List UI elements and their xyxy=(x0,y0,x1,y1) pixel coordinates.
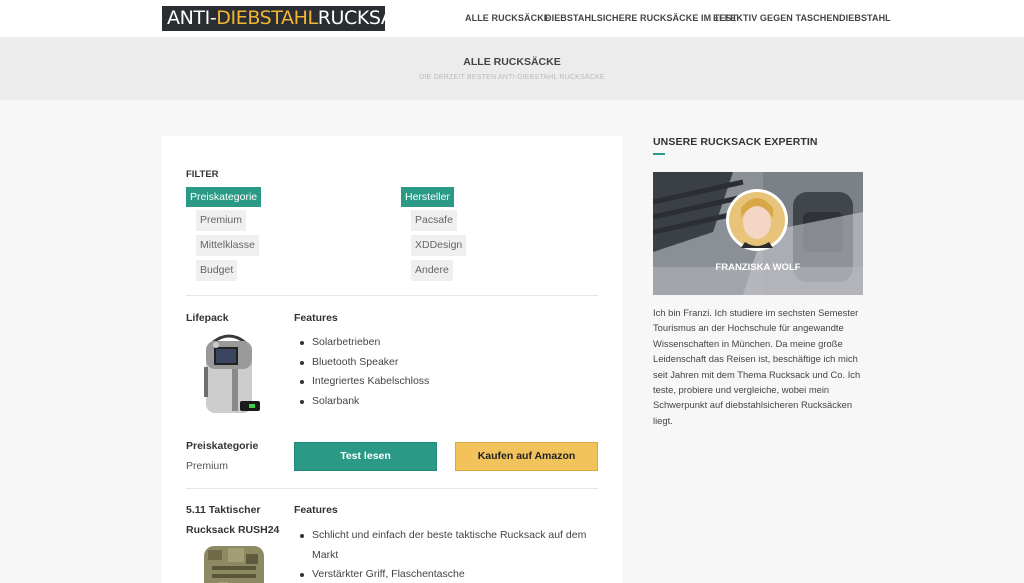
logo-part-anti: ANTI- xyxy=(167,7,217,29)
product-image-lifepack[interactable] xyxy=(194,329,264,417)
feature-item: Solarbank xyxy=(294,392,429,412)
product-name-line: Rucksack RUSH24 xyxy=(186,524,280,536)
features-list: Schlicht und einfach der beste taktische… xyxy=(294,526,586,583)
bio-line: liegt. xyxy=(653,414,673,426)
expert-name: FRANZISKA WOLF xyxy=(715,262,801,273)
sidebar-title-underline xyxy=(653,153,665,155)
bio-line: teste, probiere und vergleiche, wobei me… xyxy=(653,384,830,396)
backpack-image xyxy=(194,329,264,417)
bio-line: Tourismus an der Hochschule für angewand… xyxy=(653,322,844,334)
price-category-title: Preiskategorie xyxy=(186,440,259,452)
bio-line: Schwerpunkt auf diebstahlsicheren Rucksä… xyxy=(653,399,853,411)
feature-item: Schlicht und einfach der beste taktische… xyxy=(294,526,586,565)
bio-line: Ich bin Franzi. Ich studiere im sechsten… xyxy=(653,307,859,318)
page-subtitle: DIE DERZEIT BESTEN ANTI-DIEBSTAHL RUCKSÄ… xyxy=(419,74,605,81)
filter-option-pacsafe[interactable]: Pacsafe xyxy=(411,210,457,231)
filter-option-premium[interactable]: Premium xyxy=(196,210,247,231)
bio-line: Wissenschaften in München. Da meine groß… xyxy=(653,337,843,349)
product-name-line: 5.11 Taktischer xyxy=(186,504,261,516)
feature-item: Integriertes Kabelschloss xyxy=(294,372,429,392)
filter-option-xddesign[interactable]: XDDesign xyxy=(411,235,467,256)
expert-banner: FRANZISKA WOLF xyxy=(653,172,863,295)
filter-title: FILTER xyxy=(186,169,219,180)
filter-group-hersteller[interactable]: Hersteller xyxy=(401,187,454,207)
nav-alle-rucksaecke[interactable]: ALLE RUCKSÄCKE xyxy=(465,13,550,23)
features-list: Solarbetrieben Bluetooth Speaker Integri… xyxy=(294,333,429,411)
backpack-image xyxy=(198,540,270,583)
divider xyxy=(186,295,598,296)
site-logo[interactable]: ANTI-DIEBSTAHL RUCKSACK xyxy=(162,6,385,31)
site-header: ANTI-DIEBSTAHL RUCKSACK ALLE RUCKSÄCKE D… xyxy=(0,0,1024,37)
filter-option-mittelklasse[interactable]: Mittelklasse xyxy=(196,235,259,256)
product-name: Lifepack xyxy=(186,312,229,324)
expert-bio: Ich bin Franzi. Ich studiere im sechsten… xyxy=(653,305,863,428)
bio-line: Leidenschaft das Reisen ist, beschäftige… xyxy=(653,353,858,365)
feature-text-line: Markt xyxy=(312,548,339,561)
feature-text-line: Schlicht und einfach der beste taktische… xyxy=(312,529,587,541)
product-name: 5.11 Taktischer Rucksack RUSH24 xyxy=(186,500,279,540)
product-list-card: FILTER Preiskategorie Premium Mittelklas… xyxy=(162,136,622,583)
feature-item: Solarbetrieben xyxy=(294,333,429,353)
divider xyxy=(186,488,598,489)
logo-part-diebstahl: DIEBSTAHL xyxy=(216,7,318,29)
price-category-value: Premium xyxy=(186,460,229,472)
features-title: Features xyxy=(294,312,338,324)
feature-item: Bluetooth Speaker xyxy=(294,353,429,373)
sidebar-title: UNSERE RUCKSACK EXPERTIN xyxy=(653,136,818,148)
bio-line: seit Jahren mit dem Thema Rucksack und C… xyxy=(653,368,861,380)
nav-taschendiebstahl[interactable]: EFFEKTIV GEGEN TASCHENDIEBSTAHL xyxy=(713,13,891,23)
product-image-rush24[interactable] xyxy=(198,540,270,583)
filter-option-budget[interactable]: Budget xyxy=(196,260,238,281)
page-title: ALLE RUCKSÄCKE xyxy=(463,56,561,68)
logo-part-rucksack: RUCKSACK xyxy=(317,7,385,29)
feature-item: Verstärkter Griff, Flaschentasche xyxy=(294,565,586,583)
filter-group-preiskategorie[interactable]: Preiskategorie xyxy=(186,187,262,207)
filter-option-andere[interactable]: Andere xyxy=(411,260,453,281)
test-lesen-button[interactable]: Test lesen xyxy=(294,442,437,471)
page-title-band: ALLE RUCKSÄCKE DIE DERZEIT BESTEN ANTI-D… xyxy=(0,37,1024,100)
features-title: Features xyxy=(294,504,338,516)
nav-diebstahlsichere-rucksaecke[interactable]: DIEBSTAHLSICHERE RUCKSÄCKE IM TEST xyxy=(545,13,737,23)
expert-banner-image xyxy=(653,172,863,295)
kaufen-amazon-button[interactable]: Kaufen auf Amazon xyxy=(455,442,598,471)
